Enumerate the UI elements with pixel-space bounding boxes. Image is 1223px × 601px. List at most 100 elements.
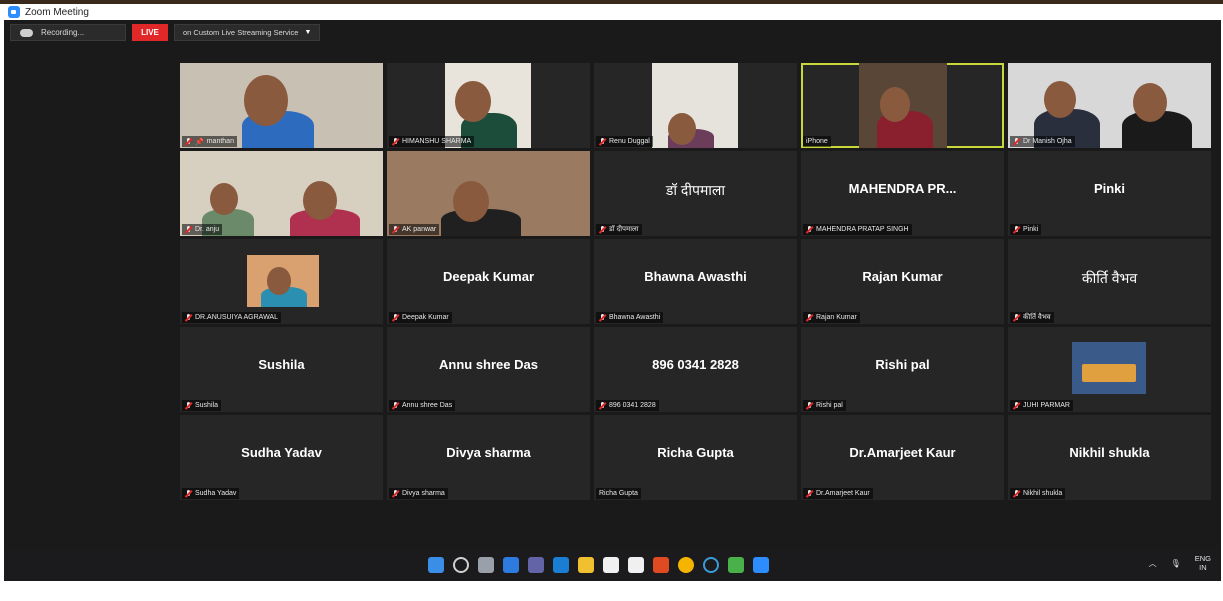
participant-name: AK panwar [402,226,437,233]
participant-name-label: Renu Duggal [596,136,653,147]
participant-head [668,113,696,146]
participant-head [267,267,291,295]
participant-name: Rishi pal [816,402,843,409]
muted-mic-icon [1013,490,1020,497]
participant-name: Bhawna Awasthi [609,314,661,321]
participant-head [1133,83,1167,123]
participant-name-label: Dr.Amarjeet Kaur [803,488,873,499]
language-code: ENG [1194,554,1211,563]
participant-tile[interactable]: Dr.Amarjeet Kaur Dr.Amarjeet Kaur [801,415,1004,500]
mail-icon[interactable] [553,557,569,573]
participant-tile[interactable]: AK panwar [387,151,590,236]
participant-name-label: Bhawna Awasthi [596,312,664,323]
muted-mic-icon [185,402,192,409]
office-icon[interactable] [653,557,669,573]
participant-name-label: iPhone [803,136,831,147]
participant-tile[interactable]: कीर्ति वैभव कीर्ति वैभव [1008,239,1211,324]
windows-start-icon[interactable] [428,557,444,573]
muted-mic-icon [806,490,813,497]
participant-tile[interactable]: 📌 manthan [180,63,383,148]
task-view-icon[interactable] [478,557,494,573]
participant-tile[interactable]: Bhawna Awasthi Bhawna Awasthi [594,239,797,324]
participant-tile[interactable]: Dr. anju [180,151,383,236]
participant-tile[interactable]: Sushila Sushila [180,327,383,412]
participant-tile[interactable]: Divya sharma Divya sharma [387,415,590,500]
participant-tile[interactable]: डॉ दीपमाला डॉ दीपमाला [594,151,797,236]
participant-tile[interactable]: Sudha Yadav Sudha Yadav [180,415,383,500]
participant-tile[interactable]: 896 0341 2828 896 0341 2828 [594,327,797,412]
winamp-icon[interactable] [603,557,619,573]
participant-name-label: 896 0341 2828 [596,400,659,411]
participant-tile[interactable]: Pinki Pinki [1008,151,1211,236]
participant-name: Deepak Kumar [402,314,449,321]
muted-mic-icon [806,402,813,409]
participant-name: Rajan Kumar [816,314,857,321]
participant-name-label: डॉ दीपमाला [596,224,642,235]
widgets-icon[interactable] [503,557,519,573]
live-stream-menu[interactable]: on Custom Live Streaming Service ▼ [174,24,321,41]
dropbox-icon[interactable] [628,557,644,573]
participant-video [652,63,738,148]
participant-name: DR.ANUSUIYA AGRAWAL [195,314,278,321]
zoom-icon[interactable] [753,557,769,573]
participant-name-label: Dr Manish Ojha [1010,136,1075,147]
participant-tile[interactable]: Dr Manish Ojha [1008,63,1211,148]
participant-head [880,87,910,122]
participant-tile[interactable]: iPhone [801,63,1004,148]
participant-display-name: Annu shree Das [439,357,538,372]
stream-label: on Custom Live Streaming Service [183,28,299,37]
participant-name: Dr Manish Ojha [1023,138,1072,145]
participant-display-name: Sudha Yadav [241,445,322,460]
participant-name: manthan [206,138,234,145]
live-badge: LIVE [132,24,168,41]
participant-tile[interactable]: Richa Gupta Richa Gupta [594,415,797,500]
muted-mic-icon [1013,226,1020,233]
gallery-grid: 📌 manthan HIMANSHU SHARMA Renu Duggal iPhone… [180,63,1212,500]
participant-name-label: Rajan Kumar [803,312,860,323]
windows-taskbar: ︿ 🎙 ENG IN [4,550,1221,581]
participant-display-name: Rajan Kumar [862,269,943,284]
search-icon[interactable] [453,557,469,573]
participant-tile[interactable]: MAHENDRA PR... MAHENDRA PRATAP SINGH [801,151,1004,236]
participant-display-name: 896 0341 2828 [652,357,739,372]
muted-mic-icon [392,402,399,409]
scenery-image [1082,364,1136,382]
participant-head [453,181,489,223]
chrome-icon[interactable] [678,557,694,573]
participant-name-label: Sudha Yadav [182,488,240,499]
microphone-icon[interactable]: 🎙 [1171,559,1181,568]
participant-name-label: HIMANSHU SHARMA [389,136,475,147]
muted-mic-icon [185,138,192,145]
participant-tile[interactable]: Rishi pal Rishi pal [801,327,1004,412]
participant-video [859,63,947,148]
participant-display-name: Pinki [1093,181,1126,196]
recording-button[interactable]: Recording... [10,24,126,41]
participant-name-label: Sushila [182,400,221,411]
participant-display-name: MAHENDRA PR... [848,181,957,196]
paint-icon[interactable] [728,557,744,573]
participant-tile[interactable]: Annu shree Das Annu shree Das [387,327,590,412]
participant-name-label: 📌 manthan [182,136,237,147]
language-indicator[interactable]: ENG IN [1195,554,1211,572]
participant-tile[interactable]: DR.ANUSUIYA AGRAWAL [180,239,383,324]
muted-mic-icon [392,314,399,321]
participant-tile[interactable]: Rajan Kumar Rajan Kumar [801,239,1004,324]
muted-mic-icon [185,490,192,497]
participant-name-label: MAHENDRA PRATAP SINGH [803,224,912,235]
participant-tile[interactable]: JUHI PARMAR [1008,327,1211,412]
participant-name-label: Pinki [1010,224,1042,235]
system-tray: ︿ 🎙 ENG IN [1149,554,1211,572]
participant-tile[interactable]: Deepak Kumar Deepak Kumar [387,239,590,324]
participant-tile[interactable]: Renu Duggal [594,63,797,148]
participant-head [1044,81,1076,118]
title-bar: Zoom Meeting [4,4,1221,20]
cortana-icon[interactable] [703,557,719,573]
recording-toolbar: Recording... LIVE on Custom Live Streami… [10,23,321,42]
participant-tile[interactable]: HIMANSHU SHARMA [387,63,590,148]
file-explorer-icon[interactable] [578,557,594,573]
participant-display-name: Deepak Kumar [442,269,535,284]
teams-chat-icon[interactable] [528,557,544,573]
participant-tile[interactable]: Nikhil shukla Nikhil shukla [1008,415,1211,500]
chevron-up-icon[interactable]: ︿ [1149,558,1157,569]
muted-mic-icon [392,138,399,145]
